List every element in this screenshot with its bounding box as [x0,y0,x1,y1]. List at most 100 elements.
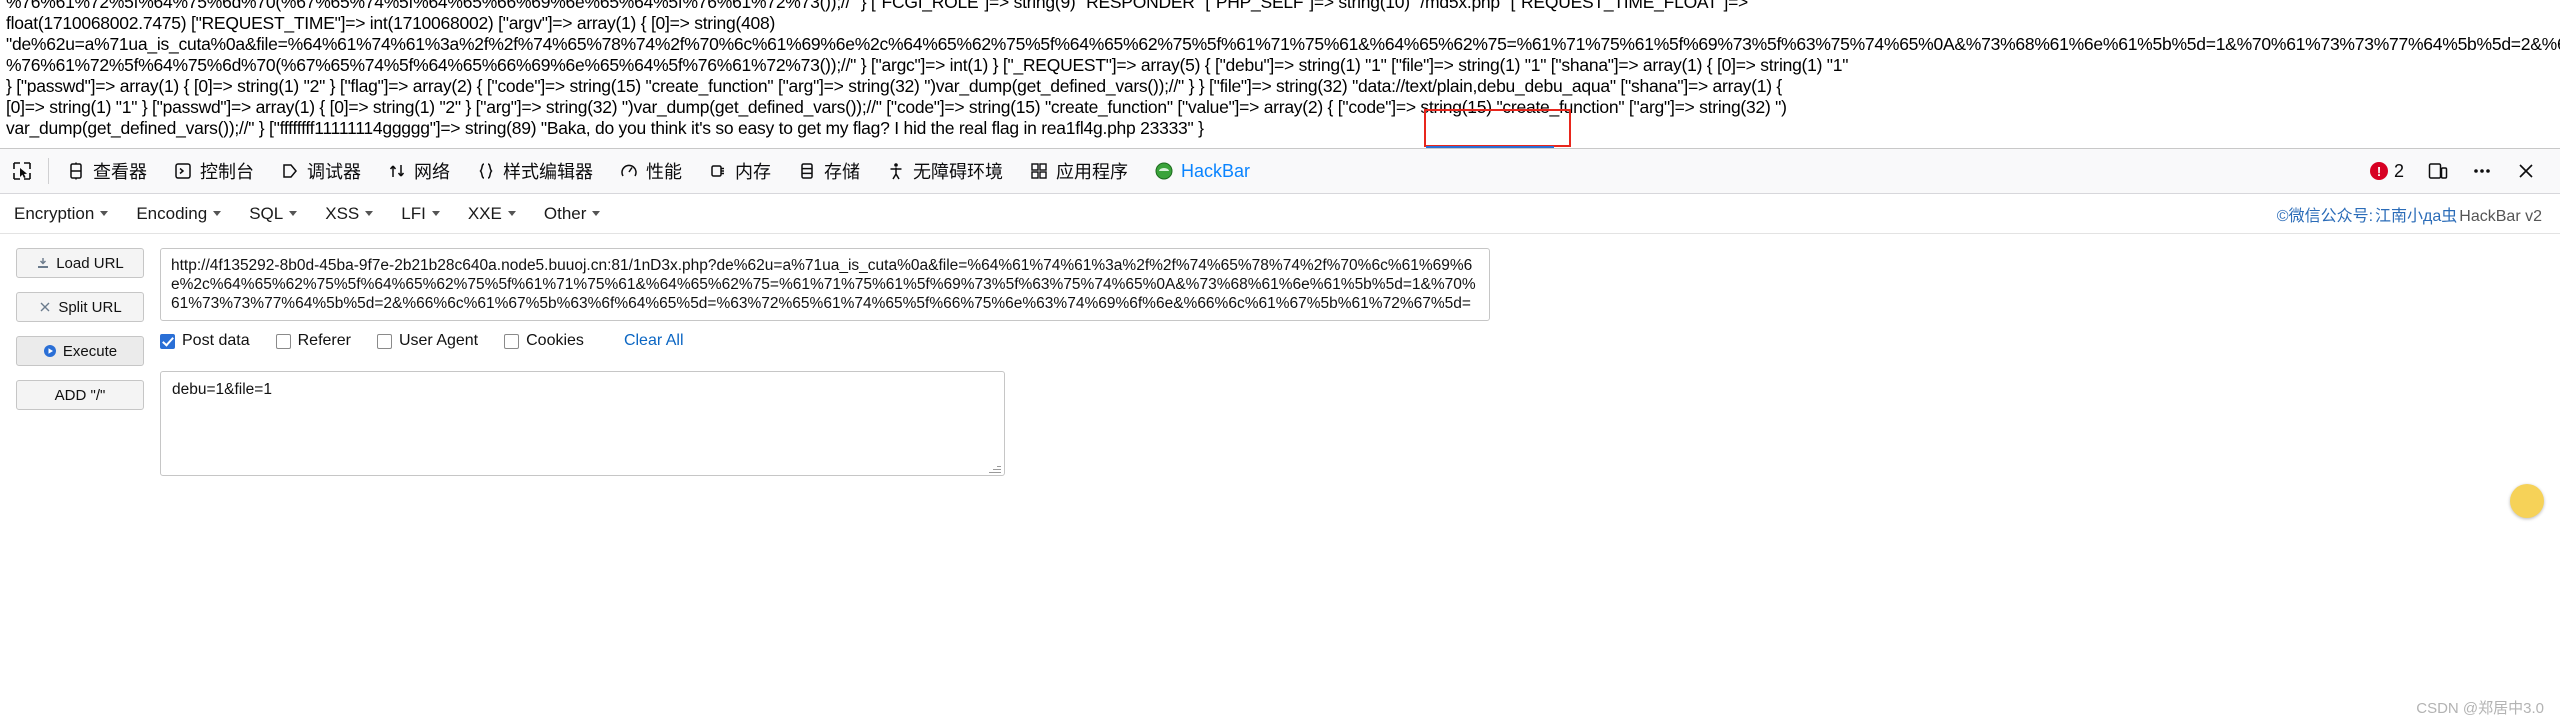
clear-all-link[interactable]: Clear All [624,332,684,350]
style-editor-icon [476,161,496,181]
load-url-icon [36,256,50,270]
element-picker-icon [11,160,33,182]
option-post-data[interactable]: Post data [160,332,250,350]
hackbar-menubar: Encryption Encoding SQL XSS LFI XXE Othe… [0,194,2560,234]
dump-line: %76%61%72%5f%64%75%6d%70(%67%65%74%5f%64… [6,0,1749,12]
responsive-design-mode-icon [2427,160,2449,182]
option-referer-label: Referer [297,332,351,349]
menu-sql[interactable]: SQL [235,204,311,224]
request-options: Post data Referer User Agent Cookies Cle… [160,332,684,350]
tab-style-editor-label: 样式编辑器 [503,162,593,182]
option-cookies[interactable]: Cookies [504,332,584,350]
menu-xss-label: XSS [325,203,360,223]
tab-performance[interactable]: 性能 [606,149,695,193]
url-input[interactable]: http://4f135292-8b0d-45ba-9f7e-2b21b28c6… [160,248,1490,321]
tab-network-label: 网络 [414,162,450,182]
element-picker-button[interactable] [0,149,44,193]
option-referer[interactable]: Referer [275,332,351,350]
split-url-icon [38,300,52,314]
option-user-agent[interactable]: User Agent [376,332,479,350]
execute-icon [43,344,57,358]
menu-other[interactable]: Other [530,204,615,224]
devtools-options-button[interactable] [2462,151,2502,191]
chevron-down-icon [507,211,516,216]
tab-application[interactable]: 应用程序 [1016,149,1141,193]
memory-icon [708,161,728,181]
add-slash-button[interactable]: ADD "/" [16,380,144,410]
tab-memory[interactable]: 内存 [695,149,784,193]
tab-accessibility[interactable]: 无障碍环境 [873,149,1016,193]
dump-line: [0]=> string(1) "1" } ["passwd"]=> array… [6,97,1787,117]
chevron-down-icon [592,211,601,216]
dump-line: "de%62u=a%71ua_is_cuta%0a&file=%64%61%74… [6,34,2560,54]
error-icon: ! [2369,162,2388,180]
hackbar-action-buttons: Load URL Split URL Execute ADD "/" [16,248,144,410]
chevron-down-icon [289,211,298,216]
dump-line: float(1710068002.7475) ["REQUEST_TIME"]=… [6,13,776,33]
error-count-label: 2 [2393,160,2404,181]
chevron-down-icon [365,211,374,216]
cookies-checkbox[interactable] [504,333,520,349]
user-agent-checkbox[interactable] [376,333,392,349]
post-data-resize-handle[interactable] [988,460,1002,474]
tab-hackbar-label: HackBar [1181,160,1251,181]
inspector-icon [66,161,86,181]
tab-inspector[interactable]: 查看器 [53,149,160,193]
tab-style-editor[interactable]: 样式编辑器 [463,149,606,193]
menu-xss[interactable]: XSS [311,204,387,224]
devtools-tab-list: 查看器 控制台 调试器 网络 样式编辑器 性能 内存 存储 无障碍环境 应用程序… [53,149,2360,193]
tab-accessibility-label: 无障碍环境 [913,162,1003,182]
referer-checkbox[interactable] [275,333,291,349]
post-data-checkbox[interactable] [160,333,175,349]
option-user-agent-label: User Agent [398,332,479,349]
execute-label: Execute [62,342,118,360]
responsive-design-mode-button[interactable] [2418,151,2458,191]
storage-icon [797,161,817,181]
tab-network[interactable]: 网络 [374,149,463,193]
split-url-label: Split URL [58,298,122,316]
tab-inspector-label: 查看器 [93,162,147,182]
close-devtools-button[interactable] [2506,151,2546,191]
performance-icon [619,161,639,181]
menu-other-label: Other [543,203,587,223]
load-url-button[interactable]: Load URL [16,248,144,278]
tab-storage[interactable]: 存储 [784,149,873,193]
watermark-account: 江南小да虫 [2375,207,2458,225]
devtools-toolbar: 查看器 控制台 调试器 网络 样式编辑器 性能 内存 存储 无障碍环境 应用程序… [0,148,2560,194]
tab-performance-label: 性能 [646,162,682,182]
tab-storage-label: 存储 [824,162,860,182]
menu-lfi[interactable]: LFI [387,204,454,224]
devtools-toolbar-actions: ! 2 [2360,151,2560,191]
tab-application-label: 应用程序 [1056,162,1128,182]
close-icon [2515,160,2537,182]
error-count-badge[interactable]: ! 2 [2360,161,2414,182]
menu-xxe[interactable]: XXE [454,204,530,224]
post-data-input[interactable]: debu=1&file=1 [160,371,1005,476]
tab-console-label: 控制台 [200,162,254,182]
tab-console[interactable]: 控制台 [160,149,267,193]
load-url-label: Load URL [56,254,124,272]
console-icon [173,161,193,181]
tab-debugger[interactable]: 调试器 [267,149,374,193]
hackbar-watermark: ©微信公众号: 江南小да虫 HackBar v2 [2277,202,2560,226]
option-post-data-label: Post data [182,332,250,349]
network-icon [387,161,407,181]
watermark-version: HackBar v2 [2459,207,2542,225]
menu-lfi-label: LFI [401,203,426,223]
floating-action-button[interactable] [2510,484,2544,518]
url-field-wrapper: http://4f135292-8b0d-45ba-9f7e-2b21b28c6… [160,248,2500,321]
hackbar-icon [1154,161,1174,181]
application-icon [1029,161,1049,181]
screenshot-root: %76%61%72%5f%64%75%6d%70(%67%65%74%5f%64… [0,0,2560,726]
menu-encoding-label: Encoding [136,203,208,223]
tab-memory-label: 内存 [735,162,771,182]
execute-button[interactable]: Execute [16,336,144,366]
meatball-menu-icon [2471,160,2493,182]
chevron-down-icon [431,211,440,216]
tab-hackbar[interactable]: HackBar [1141,149,1263,193]
split-url-button[interactable]: Split URL [16,292,144,322]
menu-encoding[interactable]: Encoding [122,204,235,224]
php-vardump-output: %76%61%72%5f%64%75%6d%70(%67%65%74%5f%64… [0,0,2560,140]
menu-encryption[interactable]: Encryption [0,204,122,224]
debugger-icon [280,161,300,181]
